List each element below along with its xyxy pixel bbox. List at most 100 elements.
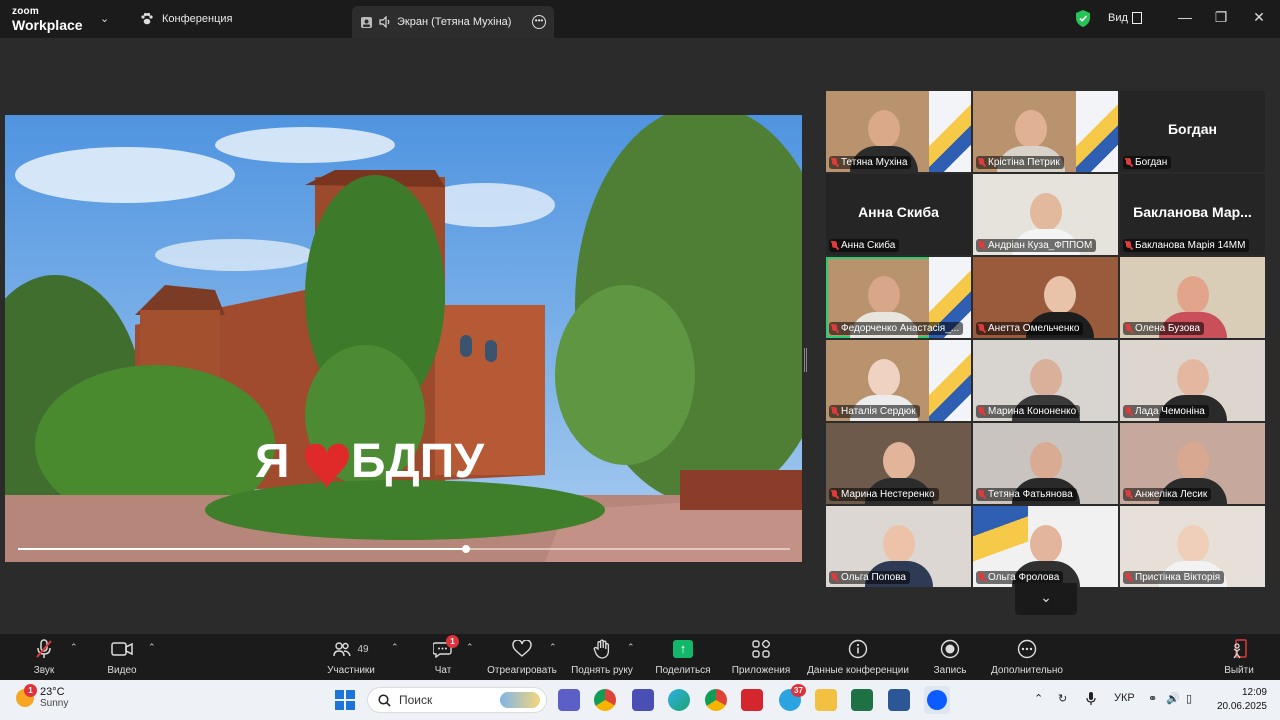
- more-button[interactable]: Дополнительно: [988, 638, 1066, 676]
- meeting-toolbar: Звук ⌃ Видео ⌃ 49 Участники ⌃ 1 Чат ⌃ От…: [0, 634, 1280, 680]
- taskbar-clock[interactable]: 12:09 20.06.2025: [1215, 686, 1267, 714]
- search-placeholder: Поиск: [399, 693, 433, 707]
- edge-icon[interactable]: [668, 689, 690, 711]
- chrome-icon[interactable]: [594, 689, 616, 711]
- participant-tile-active-speaker[interactable]: Федорченко Анастасія_...: [826, 257, 971, 338]
- participant-display-name: Бакланова Мар...: [1133, 204, 1252, 220]
- more-options-icon[interactable]: •••: [532, 15, 546, 29]
- file-explorer-icon[interactable]: [815, 689, 837, 711]
- logo-line1: zoom: [12, 6, 39, 17]
- sync-icon[interactable]: ↻: [1058, 692, 1067, 705]
- chrome-profile-icon[interactable]: [705, 689, 727, 711]
- participant-tile[interactable]: Лада Чемоніна: [1120, 340, 1265, 421]
- share-label: Поделиться: [655, 665, 711, 676]
- zoom-workplace-logo[interactable]: zoom Workplace: [12, 6, 83, 33]
- weather-widget[interactable]: 1 23°C Sunny: [16, 683, 68, 709]
- participant-tile[interactable]: Тетяна Фатьянова: [973, 423, 1118, 504]
- windows-taskbar: 1 23°C Sunny Поиск 37 ⌃ ↻ УКР ⚭ 🔊 ▯ 12:0…: [0, 680, 1280, 720]
- maximize-icon[interactable]: ❐: [1211, 9, 1231, 26]
- participant-tile[interactable]: Ольга Попова: [826, 506, 971, 587]
- participant-tile[interactable]: Анетта Омельченко: [973, 257, 1118, 338]
- windows-start-icon[interactable]: [334, 689, 356, 711]
- telegram-icon[interactable]: 37: [779, 684, 806, 711]
- title-bar: zoom Workplace ⌄ Конференция Экран (Тетя…: [0, 0, 1280, 38]
- word-icon[interactable]: [888, 689, 910, 711]
- participant-name: Пристінка Вікторія: [1123, 571, 1225, 584]
- tab-conference-label: Конференция: [162, 13, 233, 25]
- participant-tile[interactable]: Ольга Фролова: [973, 506, 1118, 587]
- mic-muted-icon: [831, 324, 838, 333]
- chat-unread-badge: 1: [446, 635, 459, 648]
- minimize-icon[interactable]: —: [1175, 9, 1195, 25]
- zoom-app-icon: [927, 690, 947, 710]
- audio-options-caret[interactable]: ⌃: [70, 642, 78, 653]
- chevron-down-icon[interactable]: ⌄: [100, 12, 109, 25]
- participant-grid: Тетяна Мухіна Крістіна Петрик Богдан Бог…: [826, 91, 1266, 587]
- leave-door-icon: [1233, 639, 1247, 659]
- video-options-caret[interactable]: ⌃: [148, 642, 156, 653]
- leave-button[interactable]: Выйти: [1222, 638, 1256, 676]
- chat-options-caret[interactable]: ⌃: [466, 642, 474, 653]
- tab-conference[interactable]: Конференция: [140, 0, 232, 38]
- clock-date: 20.06.2025: [1216, 701, 1267, 712]
- raise-hand-options-caret[interactable]: ⌃: [627, 642, 635, 653]
- participant-tile[interactable]: Марина Нестеренко: [826, 423, 971, 504]
- input-language[interactable]: УКР: [1114, 692, 1135, 704]
- participant-name: Олена Бузова: [1123, 322, 1205, 335]
- close-icon[interactable]: ✕: [1249, 9, 1269, 26]
- mic-muted-icon: [1125, 407, 1132, 416]
- chat-button[interactable]: 1 Чат: [428, 635, 459, 676]
- gallery-collapse-button[interactable]: ⌄: [1015, 583, 1077, 615]
- shield-check-icon[interactable]: [1076, 10, 1090, 27]
- participant-tile[interactable]: Наталія Сердюк: [826, 340, 971, 421]
- save-icon[interactable]: [632, 689, 654, 711]
- tray-overflow-icon[interactable]: ⌃: [1034, 692, 1043, 705]
- raise-hand-button[interactable]: Поднять руку: [568, 638, 636, 676]
- event-banner: [929, 91, 971, 172]
- participant-tile[interactable]: Пристінка Вікторія: [1120, 506, 1265, 587]
- zoom-app-active[interactable]: [924, 686, 950, 714]
- participants-options-caret[interactable]: ⌃: [391, 642, 399, 653]
- share-button[interactable]: ↑ Поделиться: [652, 638, 714, 676]
- video-button[interactable]: Видео: [104, 638, 140, 676]
- tab-shared-screen[interactable]: Экран (Тетяна Мухіна) •••: [352, 6, 554, 38]
- participant-tile[interactable]: Бакланова Мар... Бакланова Марія 14ММ: [1120, 174, 1265, 255]
- participant-tile[interactable]: Крістіна Петрик: [973, 91, 1118, 172]
- mic-muted-icon: [978, 324, 985, 333]
- view-button[interactable]: Вид: [1108, 12, 1128, 24]
- excel-icon[interactable]: [851, 689, 873, 711]
- audio-button[interactable]: Звук: [26, 638, 62, 676]
- microphone-icon[interactable]: [1086, 692, 1096, 706]
- participant-name: Богдан: [1123, 156, 1172, 169]
- teams-icon[interactable]: [558, 689, 580, 711]
- view-grid-icon[interactable]: [1132, 12, 1142, 24]
- participant-tile[interactable]: Тетяна Мухіна: [826, 91, 971, 172]
- participant-tile[interactable]: Марина Кононенко: [973, 340, 1118, 421]
- acrobat-icon[interactable]: [741, 689, 763, 711]
- apps-button[interactable]: Приложения: [728, 638, 794, 676]
- participant-tile[interactable]: Анна Скиба Анна Скиба: [826, 174, 971, 255]
- mic-muted-icon: [831, 573, 838, 582]
- participant-tile[interactable]: Анжеліка Лесик: [1120, 423, 1265, 504]
- participants-button[interactable]: 49 Участники: [322, 638, 380, 676]
- taskbar-search[interactable]: Поиск: [367, 687, 547, 713]
- search-highlight-image: [500, 692, 540, 708]
- mic-muted-icon: [831, 241, 838, 250]
- participant-tile[interactable]: Андріан Куза_ФППОМ: [973, 174, 1118, 255]
- video-progress-track[interactable]: [18, 545, 790, 553]
- mic-muted-icon: [978, 158, 985, 167]
- react-options-caret[interactable]: ⌃: [549, 642, 557, 653]
- meeting-info-button[interactable]: Данные конференции: [804, 638, 912, 676]
- wifi-icon[interactable]: ⚭: [1148, 692, 1157, 705]
- splitter-handle[interactable]: [804, 348, 807, 372]
- participant-display-name: Анна Скиба: [858, 204, 939, 220]
- record-button[interactable]: Запись: [930, 638, 970, 676]
- more-label: Дополнительно: [991, 665, 1063, 676]
- shared-screen-view[interactable]: Я БДПУ: [5, 115, 802, 562]
- apps-label: Приложения: [731, 665, 791, 676]
- battery-icon[interactable]: ▯: [1186, 692, 1192, 705]
- video-progress-handle[interactable]: [461, 545, 470, 553]
- participant-tile[interactable]: Богдан Богдан: [1120, 91, 1265, 172]
- volume-icon[interactable]: 🔊: [1166, 692, 1180, 705]
- participant-tile[interactable]: Олена Бузова: [1120, 257, 1265, 338]
